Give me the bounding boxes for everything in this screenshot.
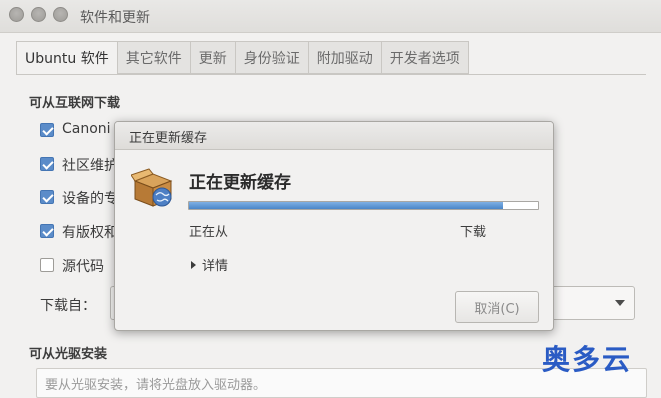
tab-ubuntu-software[interactable]: Ubuntu 软件 — [16, 41, 118, 74]
tab-developer-options[interactable]: 开发者选项 — [381, 41, 469, 74]
progress-fill — [189, 202, 504, 209]
window-titlebar: 软件和更新 — [0, 0, 661, 33]
checkbox-source-code[interactable] — [40, 258, 54, 272]
cdrom-placeholder: 要从光驱安装，请将光盘放入驱动器。 — [45, 378, 267, 393]
tab-updates[interactable]: 更新 — [190, 41, 236, 74]
checkbox-community-label: 社区维护 — [62, 158, 118, 174]
details-expander[interactable]: 详情 — [191, 255, 228, 274]
tab-authentication[interactable]: 身份验证 — [235, 41, 309, 74]
tab-additional-drivers[interactable]: 附加驱动 — [308, 41, 382, 74]
window-title: 软件和更新 — [80, 10, 150, 26]
progress-bar — [188, 201, 539, 210]
dialog-titlebar: 正在更新缓存 — [115, 122, 553, 150]
checkbox-source-code-label: 源代码 — [62, 259, 104, 275]
chevron-down-icon — [615, 300, 625, 306]
checkbox-drivers[interactable] — [40, 190, 54, 204]
tab-divider — [16, 74, 646, 75]
expander-arrow-icon — [191, 261, 196, 269]
package-globe-icon — [131, 168, 173, 207]
minimize-window-button[interactable] — [31, 7, 46, 22]
tab-other-software[interactable]: 其它软件 — [117, 41, 191, 74]
tab-bar: Ubuntu 软件 其它软件 更新 身份验证 附加驱动 开发者选项 — [16, 41, 469, 74]
cdrom-section-heading: 可从光驱安装 — [29, 347, 108, 362]
details-label: 详情 — [202, 259, 229, 274]
status-text: 正在从 — [189, 225, 229, 240]
maximize-window-button[interactable] — [53, 7, 68, 22]
checkbox-drivers-label: 设备的专 — [62, 191, 118, 207]
status-download-text: 下载 — [460, 225, 487, 240]
internet-section-heading: 可从互联网下载 — [29, 96, 121, 111]
watermark: 奥多云 — [542, 343, 633, 376]
checkbox-restricted-label: 有版权和 — [62, 225, 118, 241]
dialog-heading: 正在更新缓存 — [189, 173, 291, 193]
checkbox-canonical[interactable] — [40, 123, 54, 137]
checkbox-community[interactable] — [40, 157, 54, 171]
checkbox-restricted[interactable] — [40, 224, 54, 238]
dialog-title: 正在更新缓存 — [129, 131, 208, 146]
cancel-button[interactable]: 取消(C) — [455, 291, 539, 323]
close-window-button[interactable] — [9, 7, 24, 22]
checkbox-canonical-label: Canoni — [62, 121, 111, 137]
update-cache-dialog: 正在更新缓存 正在更新缓存 正在从 下载 详情 取消(C) — [114, 121, 554, 331]
download-from-label: 下载自： — [40, 298, 96, 314]
